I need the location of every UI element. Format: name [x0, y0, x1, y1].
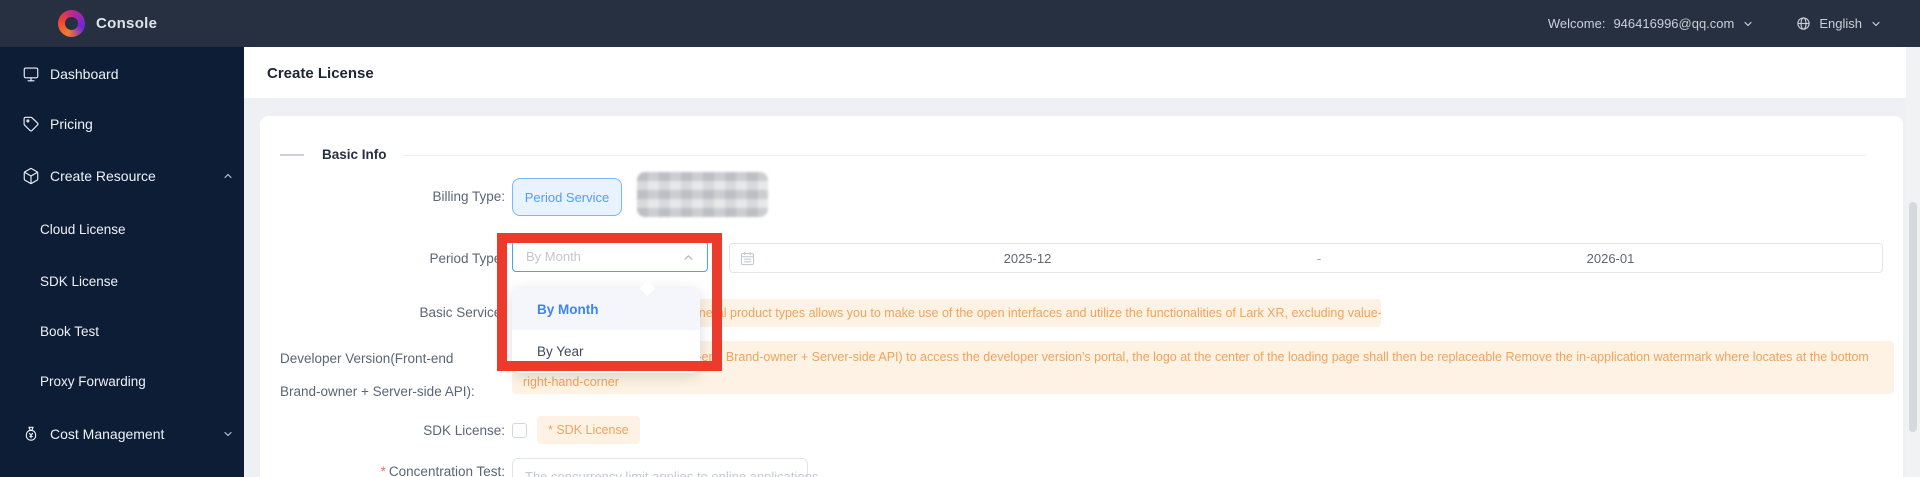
period-type-label: Period Type:	[429, 251, 505, 266]
developer-version-label-line1: Developer Version(Front-end	[280, 351, 454, 366]
globe-icon	[1796, 16, 1811, 31]
date-range-end-input[interactable]: 2026-01	[1339, 251, 1882, 266]
top-header-bar: Console Welcome: 946416996@qq.com Englis…	[0, 0, 1920, 47]
language-chevron-down-icon[interactable]	[1870, 18, 1882, 30]
language-selector[interactable]: English	[1819, 16, 1862, 31]
sdk-license-checkbox[interactable]	[512, 423, 527, 438]
monitor-icon	[22, 65, 40, 83]
form-card	[260, 116, 1903, 477]
concentration-test-input[interactable]: The concurrency limit applies to online …	[512, 458, 818, 477]
period-type-select[interactable]: By Month	[512, 241, 708, 272]
period-type-value: By Month	[526, 249, 581, 264]
app-name: Console	[96, 15, 158, 32]
dropdown-option-by-month[interactable]: By Month	[512, 288, 700, 330]
required-asterisk: *	[380, 464, 386, 477]
billing-type-redacted-button[interactable]	[637, 172, 768, 217]
cube-icon	[22, 167, 40, 185]
date-range-picker[interactable]: 2025-12 - 2026-01	[729, 243, 1883, 273]
sidebar-item-book-test[interactable]: Book Test	[0, 318, 244, 344]
developer-version-label-line2: Brand-owner + Server-side API):	[280, 384, 475, 399]
sidebar-item-create-resource[interactable]: Create Resource	[0, 163, 244, 189]
sidebar-item-proxy-forwarding[interactable]: Proxy Forwarding	[0, 368, 244, 394]
developer-version-note-line1: Check Developer Version(Front-end Brand-…	[523, 350, 1869, 364]
sidebar-item-dashboard[interactable]: Dashboard	[0, 61, 244, 87]
user-email[interactable]: 946416996@qq.com	[1613, 16, 1734, 31]
app-logo-icon	[58, 10, 85, 37]
sidebar-nav: Dashboard Pricing Create Resource Cloud …	[0, 47, 244, 477]
billing-type-label: Billing Type:	[432, 189, 505, 204]
calendar-icon	[739, 250, 756, 267]
date-range-separator: -	[1316, 250, 1322, 266]
app-window: Console Welcome: 946416996@qq.com Englis…	[0, 0, 1920, 477]
sdk-license-label: SDK License:	[423, 423, 505, 438]
price-tag-icon	[22, 115, 40, 133]
user-menu-chevron-down-icon[interactable]	[1742, 18, 1754, 30]
concentration-test-label: * Concentration Test:	[380, 464, 505, 477]
section-divider-line	[402, 155, 1867, 156]
money-bag-icon	[22, 425, 40, 443]
welcome-label: Welcome:	[1547, 16, 1606, 31]
concentration-test-placeholder: The concurrency limit applies to online …	[525, 469, 819, 477]
basic-service-label: Basic Service:	[419, 305, 505, 320]
period-type-dropdown: By Month By Year	[512, 280, 700, 373]
scrollbar-thumb[interactable]	[1909, 202, 1917, 432]
sidebar-item-cost-management[interactable]: Cost Management	[0, 421, 244, 447]
section-divider-dash	[280, 154, 304, 156]
sidebar-item-sdk-license[interactable]: SDK License	[0, 268, 244, 294]
developer-version-note-line2: right-hand-corner	[523, 375, 619, 389]
billing-type-period-service-button[interactable]: Period Service	[512, 178, 622, 216]
section-title: Basic Info	[322, 147, 387, 162]
date-range-start-input[interactable]: 2025-12	[756, 251, 1299, 266]
page-header-band	[244, 47, 1920, 98]
page-title: Create License	[267, 65, 374, 82]
sidebar-item-pricing[interactable]: Pricing	[0, 111, 244, 137]
scrollbar-track[interactable]	[1906, 47, 1920, 477]
sidebar-item-cloud-license[interactable]: Cloud License	[0, 216, 244, 242]
sidebar-item-partial[interactable]	[0, 471, 244, 477]
select-chevron-up-icon	[682, 251, 695, 264]
sdk-license-tag: * SDK License	[537, 416, 640, 444]
developer-version-note: Check Developer Version(Front-end Brand-…	[512, 341, 1894, 394]
chevron-up-icon[interactable]	[222, 170, 234, 182]
dropdown-option-by-year[interactable]: By Year	[512, 330, 700, 372]
chevron-down-icon[interactable]	[222, 428, 234, 440]
